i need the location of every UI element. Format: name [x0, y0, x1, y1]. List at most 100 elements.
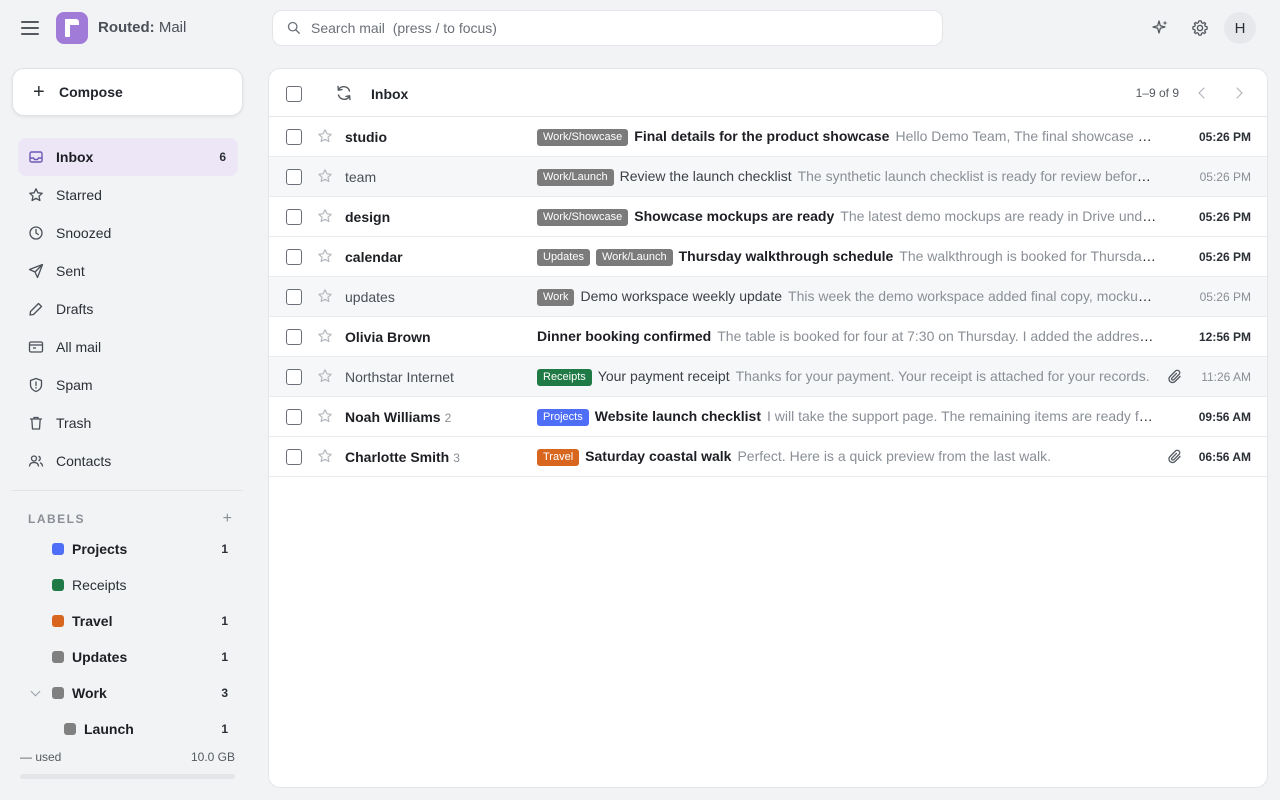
select-all-checkbox[interactable] — [286, 86, 302, 102]
thread-count: 2 — [444, 411, 452, 425]
unread-count: 6 — [219, 150, 226, 164]
label-tag: Projects — [537, 409, 589, 426]
email-row[interactable]: Northstar Internet Receipts Your payment r… — [269, 357, 1267, 397]
label-name: Work — [72, 685, 107, 701]
row-checkbox[interactable] — [286, 169, 302, 185]
email-row[interactable]: Olivia Brown Dinner booking confirmed The … — [269, 317, 1267, 357]
label-item-projects[interactable]: Projects 1 — [28, 531, 238, 567]
star-icon[interactable] — [317, 408, 333, 424]
star-icon[interactable] — [317, 368, 333, 384]
row-checkbox[interactable] — [286, 129, 302, 145]
email-sender: studio — [345, 129, 530, 145]
email-subject: Website launch checklist — [594, 408, 761, 424]
sidebar-item-snoozed[interactable]: Snoozed — [18, 214, 238, 252]
compose-button[interactable]: + Compose — [12, 68, 243, 116]
row-checkbox[interactable] — [286, 329, 302, 345]
email-row[interactable]: team Work/Launch Review the launch checkli… — [269, 157, 1267, 197]
email-content: Projects Website launch checklist I will t… — [537, 408, 1157, 428]
paperclip-icon — [1167, 369, 1183, 385]
star-icon[interactable] — [317, 248, 333, 264]
email-row[interactable]: Noah Williams 2 Projects Website launch che… — [269, 397, 1267, 437]
email-subject: Demo workspace weekly update — [580, 288, 783, 304]
row-checkbox[interactable] — [286, 369, 302, 385]
email-row[interactable]: calendar Updates Work/Launch Thursday walkt… — [269, 237, 1267, 277]
star-icon[interactable] — [317, 328, 333, 344]
email-list: studio Work/Showcase Final details for the… — [269, 117, 1267, 477]
star-icon[interactable] — [317, 208, 333, 224]
menu-icon[interactable] — [20, 18, 40, 38]
search-input[interactable] — [311, 20, 911, 36]
row-checkbox[interactable] — [286, 249, 302, 265]
email-subject: Your payment receipt — [597, 368, 730, 384]
label-count: 1 — [221, 614, 228, 628]
label-item-launch[interactable]: Launch 1 — [28, 711, 238, 747]
chevron-down-icon[interactable] — [30, 686, 41, 697]
email-snippet: This week the demo workspace added final… — [788, 288, 1157, 304]
row-checkbox[interactable] — [286, 289, 302, 305]
email-row[interactable]: updates Work Demo workspace weekly update T… — [269, 277, 1267, 317]
label-name: Launch — [84, 721, 134, 737]
avatar[interactable]: H — [1224, 12, 1256, 44]
sidebar-item-sent[interactable]: Sent — [18, 252, 238, 290]
email-snippet: The table is booked for four at 7:30 on … — [717, 328, 1157, 344]
email-time: 12:56 PM — [1198, 330, 1251, 344]
email-row[interactable]: studio Work/Showcase Final details for the… — [269, 117, 1267, 157]
email-snippet: The synthetic launch checklist is ready … — [797, 168, 1157, 184]
row-checkbox[interactable] — [286, 209, 302, 225]
email-sender: design — [345, 209, 530, 225]
sidebar-item-label: Inbox — [56, 149, 94, 165]
sidebar-divider — [12, 490, 243, 491]
label-item-travel[interactable]: Travel 1 — [28, 603, 238, 639]
label-item-work[interactable]: Work 3 — [28, 675, 238, 711]
label-item-receipts[interactable]: Receipts — [28, 567, 238, 603]
sidebar-item-all[interactable]: All mail — [18, 328, 238, 366]
gear-icon[interactable] — [1188, 16, 1212, 40]
star-icon[interactable] — [317, 168, 333, 184]
plus-icon: + — [33, 81, 45, 103]
sidebar-item-inbox[interactable]: Inbox 6 — [18, 138, 238, 176]
chevron-left-icon[interactable] — [1195, 85, 1211, 101]
sender-name: Olivia Brown — [345, 329, 431, 345]
email-row[interactable]: Charlotte Smith 3 Travel Saturday coastal w… — [269, 437, 1267, 477]
labels-title: LABELS — [28, 512, 85, 526]
email-subject: Review the launch checklist — [619, 168, 792, 184]
paperclip-icon — [1167, 449, 1183, 465]
label-count: 1 — [221, 542, 228, 556]
sidebar-item-contacts[interactable]: Contacts — [18, 442, 238, 480]
star-icon[interactable] — [317, 128, 333, 144]
sidebar-item-trash[interactable]: Trash — [18, 404, 238, 442]
label-color-swatch — [64, 723, 76, 735]
sidebar-item-starred[interactable]: Starred — [18, 176, 238, 214]
email-content: Receipts Your payment receipt Thanks for y… — [537, 368, 1157, 388]
app-logo[interactable] — [56, 12, 88, 44]
email-snippet: Thanks for your payment. Your receipt is… — [735, 368, 1150, 384]
sparkle-icon[interactable] — [1148, 16, 1172, 40]
send-icon — [28, 263, 44, 279]
label-tag: Work — [537, 289, 575, 306]
add-label-button[interactable]: + — [223, 510, 232, 528]
label-item-updates[interactable]: Updates 1 — [28, 639, 238, 675]
row-checkbox[interactable] — [286, 409, 302, 425]
r-logo-icon — [65, 19, 79, 37]
sidebar-item-drafts[interactable]: Drafts — [18, 290, 238, 328]
label-tag: Work/Launch — [595, 249, 673, 266]
sidebar-item-spam[interactable]: Spam — [18, 366, 238, 404]
sidebar-item-label: Trash — [56, 415, 92, 431]
email-row[interactable]: design Work/Showcase Showcase mockups are … — [269, 197, 1267, 237]
storage-bar — [20, 774, 235, 779]
sender-name: design — [345, 209, 391, 225]
chevron-right-icon[interactable] — [1231, 85, 1247, 101]
refresh-icon[interactable] — [335, 84, 353, 102]
email-sender: Charlotte Smith 3 — [345, 449, 530, 465]
sidebar-item-label: Spam — [56, 377, 93, 393]
email-snippet: Perfect. Here is a quick preview from th… — [737, 448, 1052, 464]
label-count: 1 — [221, 650, 228, 664]
star-icon[interactable] — [317, 288, 333, 304]
inbox-icon — [28, 149, 44, 165]
row-checkbox[interactable] — [286, 449, 302, 465]
pencil-icon — [28, 301, 44, 317]
email-subject: Thursday walkthrough schedule — [678, 248, 894, 264]
sender-name: team — [345, 169, 377, 185]
search-bar[interactable] — [272, 10, 943, 46]
star-icon[interactable] — [317, 448, 333, 464]
